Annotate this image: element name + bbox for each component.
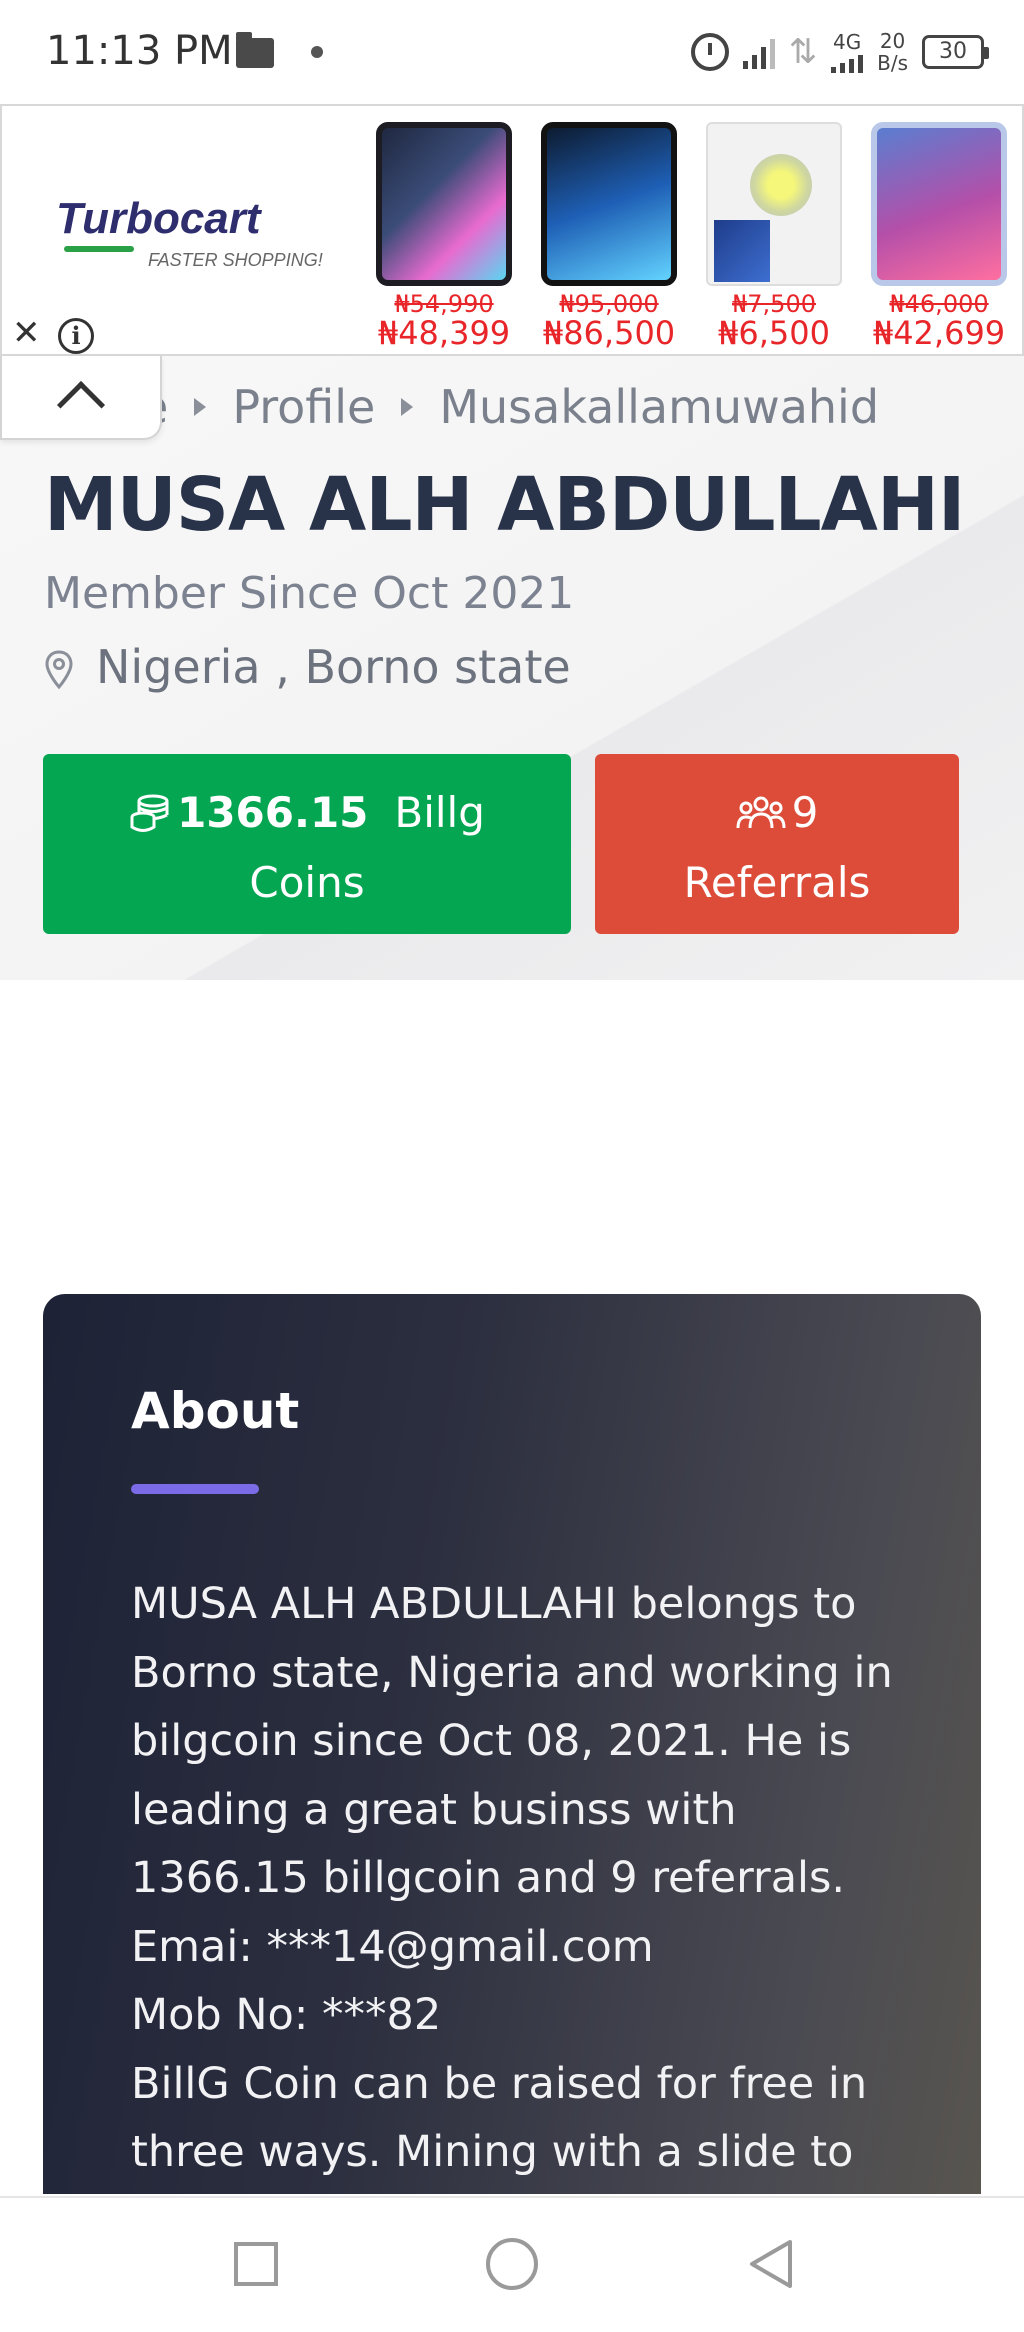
location-text: Nigeria , Borno state bbox=[96, 640, 571, 694]
logo-swoosh bbox=[64, 246, 134, 252]
about-line: MUSA ALH ABDULLAHI belongs to bbox=[131, 1579, 857, 1629]
location-pin-icon bbox=[44, 647, 74, 690]
coins-label-2: Coins bbox=[249, 858, 365, 907]
ad-slogan: FASTER SHOPPING! bbox=[148, 250, 323, 270]
status-time: 11:13 PM bbox=[46, 28, 233, 74]
ad-products: ₦54,990 ₦48,399 ₦95,000 ₦86,500 ₦7,500 ₦… bbox=[366, 122, 1014, 352]
back-icon[interactable] bbox=[746, 2238, 796, 2290]
breadcrumb-separator-icon bbox=[194, 398, 207, 416]
signal-icon bbox=[742, 35, 775, 69]
close-icon[interactable]: ✕ bbox=[12, 316, 41, 350]
system-navigation-bar bbox=[0, 2196, 1024, 2332]
status-icons: ⇅ 4G 20 B/s 30 bbox=[690, 24, 989, 80]
users-group-icon bbox=[736, 795, 786, 831]
about-line: Mob No: ***82 bbox=[131, 1990, 442, 2040]
title-underline bbox=[131, 1484, 259, 1494]
network-label: 4G bbox=[832, 30, 862, 54]
ad-product[interactable]: ₦95,000 ₦86,500 bbox=[531, 122, 684, 352]
phone-image bbox=[871, 122, 1007, 286]
info-icon[interactable]: i bbox=[58, 318, 94, 354]
coins-value: 1366.15 bbox=[177, 788, 369, 837]
about-line: 1366.15 billgcoin and 9 referrals. bbox=[131, 1853, 846, 1903]
about-line: bilgcoin since Oct 08, 2021. He is bbox=[131, 1716, 852, 1766]
recent-apps-icon[interactable] bbox=[234, 2242, 278, 2286]
location: Nigeria , Borno state bbox=[44, 640, 571, 694]
about-line: Borno state, Nigeria and working in bbox=[131, 1647, 893, 1698]
home-icon[interactable] bbox=[486, 2238, 538, 2290]
breadcrumb-profile[interactable]: Profile bbox=[232, 380, 375, 434]
referrals-button[interactable]: 9 Referrals bbox=[595, 754, 959, 934]
breadcrumb: e Profile Musakallamuwahid bbox=[140, 380, 879, 434]
ad-banner[interactable]: Turbocart FASTER SHOPPING! ₦54,990 ₦48,3… bbox=[0, 104, 1024, 356]
new-price: ₦86,500 bbox=[542, 314, 676, 352]
about-line: three ways. Mining with a slide to bbox=[131, 2127, 854, 2177]
network-speed: 20 B/s bbox=[877, 30, 908, 74]
billg-coins-button[interactable]: 1366.15 Billg Coins bbox=[43, 754, 571, 934]
referrals-value: 9 bbox=[791, 788, 819, 837]
about-line: BillG Coin can be raised for free in bbox=[131, 2058, 868, 2109]
battery-icon: 30 bbox=[922, 35, 989, 69]
referrals-label: Referrals bbox=[683, 858, 871, 907]
ad-product[interactable]: ₦54,990 ₦48,399 bbox=[366, 122, 519, 352]
member-since: Member Since Oct 2021 bbox=[44, 568, 575, 619]
new-price: ₦48,399 bbox=[377, 314, 511, 352]
signal-icon-2 bbox=[831, 53, 864, 73]
about-card: About MUSA ALH ABDULLAHI belongs to Born… bbox=[43, 1294, 981, 2194]
about-text: MUSA ALH ABDULLAHI belongs to Borno stat… bbox=[131, 1570, 931, 2187]
folder-icon bbox=[236, 32, 274, 68]
about-line: leading a great businss with bbox=[131, 1784, 737, 1835]
network-type: 4G bbox=[831, 30, 864, 73]
data-transfer-icon: ⇅ bbox=[788, 32, 818, 72]
ad-product[interactable]: ₦7,500 ₦6,500 bbox=[696, 122, 849, 352]
ad-brand: Turbocart bbox=[56, 194, 261, 243]
phone-image bbox=[376, 122, 512, 286]
chevron-up-icon bbox=[56, 380, 106, 430]
coins-label: Billg bbox=[394, 788, 485, 837]
collapse-ad-button[interactable] bbox=[0, 356, 162, 440]
speed-unit: B/s bbox=[877, 51, 908, 75]
breadcrumb-separator-icon bbox=[401, 398, 414, 416]
turbocart-logo[interactable]: Turbocart FASTER SHOPPING! bbox=[46, 194, 346, 294]
new-price: ₦42,699 bbox=[872, 314, 1006, 352]
breadcrumb-current: Musakallamuwahid bbox=[439, 380, 880, 434]
speed-value: 20 bbox=[879, 29, 906, 53]
status-bar: 11:13 PM ⇅ 4G 20 B/s 30 bbox=[0, 0, 1024, 104]
new-price: ₦6,500 bbox=[718, 314, 830, 352]
page-title: MUSA ALH ABDULLAHI bbox=[44, 462, 965, 548]
mini-fan-image bbox=[706, 122, 842, 286]
notification-dot-icon bbox=[311, 46, 323, 58]
about-title: About bbox=[131, 1382, 300, 1440]
ad-product[interactable]: ₦46,000 ₦42,699 bbox=[861, 122, 1014, 352]
alarm-icon bbox=[690, 33, 729, 71]
phone-image bbox=[541, 122, 677, 286]
coins-stack-icon bbox=[129, 793, 171, 833]
about-line: Emai: ***14@gmail.com bbox=[131, 1921, 654, 1972]
